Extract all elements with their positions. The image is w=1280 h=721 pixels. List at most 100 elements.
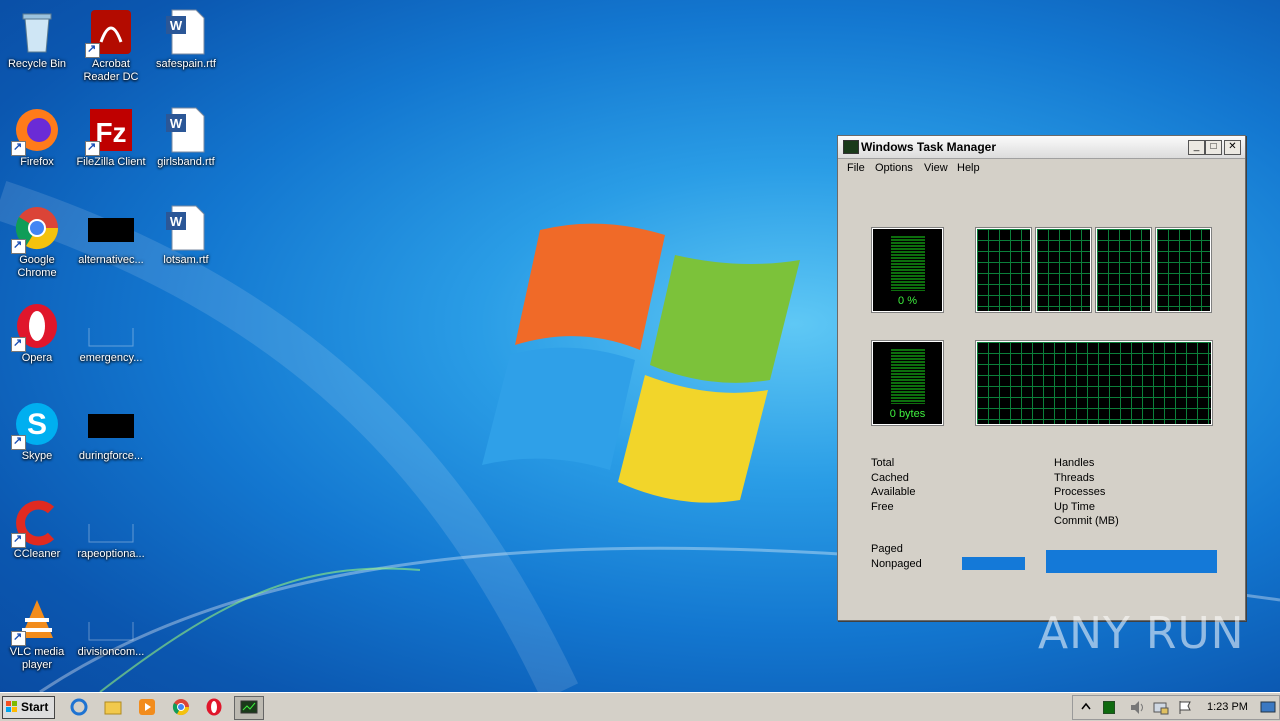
stat-threads: Threads <box>1054 472 1095 484</box>
icon-label: divisioncom... <box>77 646 145 658</box>
show-desktop-icon[interactable] <box>1260 701 1276 713</box>
recycle-bin-icon <box>13 8 61 56</box>
taskbar-item-task-manager[interactable] <box>234 696 264 720</box>
cpu-history-graph-3 <box>1095 227 1152 313</box>
start-button[interactable]: Start <box>2 696 55 719</box>
anyrun-watermark: ANY RUN <box>1038 608 1245 659</box>
menu-help[interactable]: Help <box>957 162 980 174</box>
chrome-icon <box>11 204 61 254</box>
desktop-icon-emergency[interactable]: emergency... <box>74 296 148 365</box>
desktop-icon-alternativec[interactable]: alternativec... <box>74 198 148 267</box>
memory-history-graph <box>975 340 1213 426</box>
stat-available: Available <box>871 486 916 498</box>
desktop-icon-chrome[interactable]: Google Chrome <box>0 198 74 280</box>
taskbar-clock[interactable]: 1:23 PM <box>1207 701 1248 713</box>
close-button[interactable]: ✕ <box>1224 140 1241 155</box>
svg-text:Fz: Fz <box>95 117 126 148</box>
shortcut-arrow-icon <box>11 238 26 254</box>
blank-file-icon <box>87 302 135 350</box>
firefox-icon <box>11 106 61 156</box>
svg-text:W: W <box>170 116 183 131</box>
network-icon[interactable] <box>1153 700 1169 715</box>
progress-bar <box>1046 550 1217 573</box>
icon-label: lotsam.rtf <box>163 254 209 266</box>
skype-icon: S <box>11 400 61 450</box>
filezilla-icon: Fz <box>85 106 135 156</box>
blank-file-icon <box>87 498 135 546</box>
desktop-icon-girlsband[interactable]: W girlsband.rtf <box>149 100 223 169</box>
opera-icon[interactable] <box>205 698 223 716</box>
task-manager-window[interactable]: Windows Task Manager _ □ ✕ File Options … <box>837 135 1246 621</box>
stat-free: Free <box>871 501 894 513</box>
ccleaner-icon <box>11 498 61 548</box>
desktop-icon-divisioncom[interactable]: divisioncom... <box>74 590 148 659</box>
desktop-icon-ccleaner[interactable]: CCleaner <box>0 492 74 561</box>
shortcut-arrow-icon <box>11 336 26 352</box>
stat-total: Total <box>871 457 895 469</box>
stat-paged: Paged <box>871 543 903 555</box>
icon-label: emergency... <box>79 352 143 364</box>
pf-usage-label: 0 bytes <box>889 408 926 420</box>
explorer-icon[interactable] <box>104 698 122 716</box>
desktop-icon-recycle-bin[interactable]: Recycle Bin <box>0 2 74 71</box>
menu-options[interactable]: Options <box>875 162 913 174</box>
icon-label: CCleaner <box>13 548 61 560</box>
taskbar: Start 1:23 PM <box>0 692 1280 721</box>
shortcut-arrow-icon <box>85 42 100 58</box>
word-doc-icon: W <box>162 106 210 154</box>
word-doc-icon: W <box>162 204 210 252</box>
svg-text:W: W <box>170 18 183 33</box>
chrome-icon[interactable] <box>172 698 190 716</box>
cpu-history-graph-1 <box>975 227 1032 313</box>
maximize-button[interactable]: □ <box>1205 140 1222 155</box>
desktop: Recycle Bin Firefox Google Chrome Opera … <box>0 0 1280 692</box>
cpu-history-graph-4 <box>1155 227 1212 313</box>
desktop-icon-acrobat[interactable]: Acrobat Reader DC <box>74 2 148 84</box>
desktop-icon-rapeoptiona[interactable]: rapeoptiona... <box>74 492 148 561</box>
svg-text:S: S <box>27 408 47 441</box>
icon-label: rapeoptiona... <box>77 548 145 560</box>
opera-icon <box>11 302 61 352</box>
icon-label: Google Chrome <box>17 254 57 279</box>
desktop-icon-safespain[interactable]: W safespain.rtf <box>149 2 223 71</box>
desktop-icon-lotsam[interactable]: W lotsam.rtf <box>149 198 223 267</box>
icon-label: Skype <box>21 450 53 462</box>
minimize-button[interactable]: _ <box>1188 140 1205 155</box>
word-doc-icon: W <box>162 8 210 56</box>
svg-text:W: W <box>170 214 183 229</box>
icon-label: VLC media player <box>9 646 65 671</box>
icon-label: duringforce... <box>78 450 144 462</box>
media-player-icon[interactable] <box>138 698 156 716</box>
icon-label: Opera <box>21 352 53 364</box>
icon-label: alternativec... <box>78 254 144 266</box>
stat-nonpaged: Nonpaged <box>871 558 922 570</box>
memory-usage-meter: 0 bytes <box>871 340 944 426</box>
menu-file[interactable]: File <box>847 162 865 174</box>
action-center-flag-icon[interactable] <box>1177 700 1193 715</box>
menu-bar: File Options View Help <box>838 159 1245 179</box>
icon-label: Recycle Bin <box>7 58 67 70</box>
desktop-icon-duringforce[interactable]: duringforce... <box>74 394 148 463</box>
shortcut-arrow-icon <box>11 532 26 548</box>
icon-label: Firefox <box>20 156 54 168</box>
task-manager-icon <box>843 140 859 154</box>
desktop-icon-vlc[interactable]: VLC media player <box>0 590 74 672</box>
menu-view[interactable]: View <box>924 162 948 174</box>
shortcut-arrow-icon <box>85 140 100 156</box>
internet-explorer-icon[interactable] <box>70 698 88 716</box>
stat-commit: Commit (MB) <box>1054 515 1119 527</box>
stat-processes: Processes <box>1054 486 1106 498</box>
title-bar[interactable]: Windows Task Manager _ □ ✕ <box>838 136 1245 159</box>
desktop-icon-firefox[interactable]: Firefox <box>0 100 74 169</box>
system-tray: 1:23 PM <box>1072 695 1280 720</box>
shortcut-arrow-icon <box>11 434 26 450</box>
windows-flag-icon <box>6 701 17 712</box>
desktop-icon-skype[interactable]: S Skype <box>0 394 74 463</box>
volume-icon[interactable] <box>1129 700 1145 715</box>
desktop-icon-opera[interactable]: Opera <box>0 296 74 365</box>
show-hidden-icons-icon[interactable] <box>1081 701 1091 713</box>
start-label: Start <box>21 700 49 714</box>
desktop-icon-filezilla[interactable]: Fz FileZilla Client <box>74 100 148 169</box>
task-manager-tray-icon[interactable] <box>1103 701 1115 714</box>
cpu-usage-label: 0 % <box>898 295 917 307</box>
